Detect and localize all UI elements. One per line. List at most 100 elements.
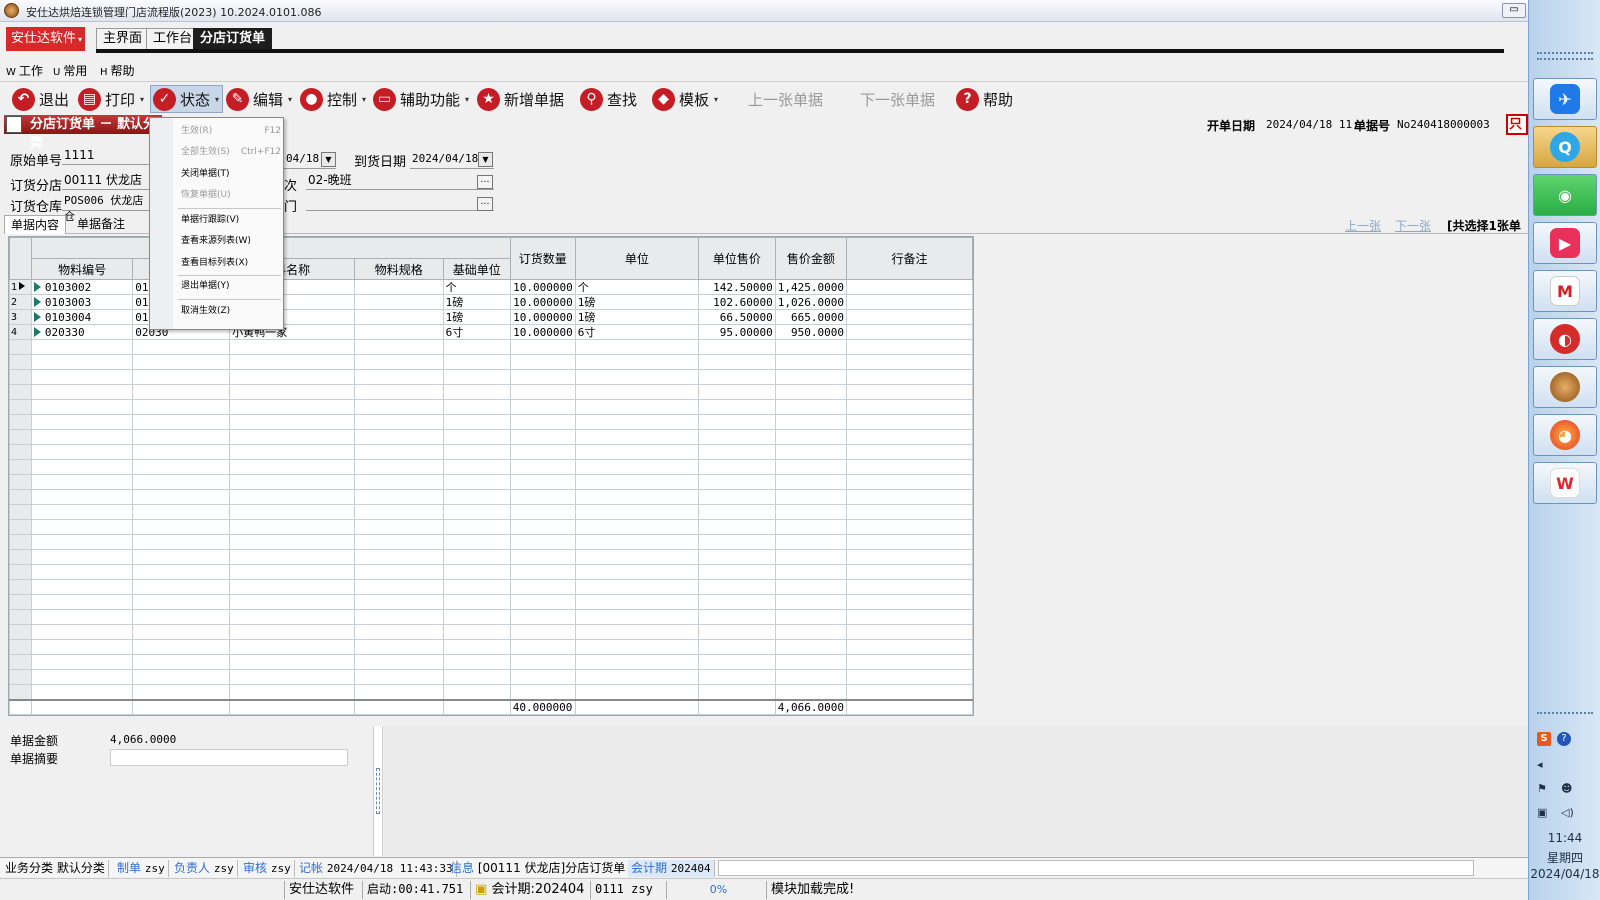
empty-cell[interactable]: [697, 399, 776, 415]
empty-cell[interactable]: [30, 429, 134, 445]
menu-item-activate-all[interactable]: 全部生效(S) Ctrl+F12: [181, 144, 281, 161]
empty-cell[interactable]: [697, 564, 776, 580]
empty-cell[interactable]: [229, 639, 355, 655]
cell-base-unit[interactable]: 1磅: [442, 294, 511, 310]
empty-cell[interactable]: [845, 684, 974, 700]
empty-cell[interactable]: [132, 654, 231, 670]
empty-cell[interactable]: [574, 534, 699, 550]
empty-cell[interactable]: [30, 534, 134, 550]
empty-cell[interactable]: [30, 384, 134, 400]
empty-cell[interactable]: [229, 609, 355, 625]
help-button[interactable]: ? 帮助: [956, 85, 1013, 113]
cell-spec[interactable]: [353, 294, 444, 310]
empty-cell[interactable]: [509, 684, 576, 700]
empty-cell[interactable]: [574, 489, 699, 505]
cell-spec[interactable]: [353, 309, 444, 325]
empty-cell[interactable]: [229, 384, 355, 400]
empty-cell[interactable]: [574, 624, 699, 640]
col-base-unit[interactable]: 基础单位: [442, 258, 511, 280]
empty-cell[interactable]: [30, 354, 134, 370]
empty-cell[interactable]: [229, 474, 355, 490]
cell-code[interactable]: 020330: [30, 324, 134, 340]
minimize-button[interactable]: ▭: [1502, 3, 1526, 18]
menu-common[interactable]: U 常用: [53, 62, 87, 79]
empty-cell[interactable]: [697, 549, 776, 565]
empty-cell[interactable]: [845, 414, 974, 430]
feishu-icon[interactable]: ✈: [1533, 78, 1597, 120]
edit-button[interactable]: ✎ 编辑 ▾: [226, 85, 292, 113]
empty-cell[interactable]: [229, 669, 355, 685]
empty-cell[interactable]: [697, 534, 776, 550]
empty-cell[interactable]: [574, 399, 699, 415]
empty-cell[interactable]: [132, 669, 231, 685]
empty-cell[interactable]: [442, 384, 511, 400]
empty-cell[interactable]: [774, 459, 847, 475]
empty-cell[interactable]: [697, 654, 776, 670]
empty-cell[interactable]: [353, 534, 444, 550]
empty-cell[interactable]: [229, 519, 355, 535]
cell-unit-price[interactable]: 102.60000: [697, 294, 776, 310]
cell-code[interactable]: 0103002: [30, 279, 134, 295]
empty-cell[interactable]: [353, 354, 444, 370]
empty-cell[interactable]: [845, 579, 974, 595]
empty-cell[interactable]: [697, 444, 776, 460]
empty-cell[interactable]: [442, 459, 511, 475]
empty-cell[interactable]: [132, 564, 231, 580]
table-row-empty[interactable]: [9, 459, 974, 475]
empty-cell[interactable]: [229, 579, 355, 595]
empty-cell[interactable]: [845, 369, 974, 385]
empty-cell[interactable]: [509, 489, 576, 505]
empty-cell[interactable]: [132, 519, 231, 535]
empty-cell[interactable]: [697, 354, 776, 370]
clock-time[interactable]: 11:44: [1529, 831, 1600, 845]
empty-cell[interactable]: [574, 564, 699, 580]
empty-cell[interactable]: [442, 399, 511, 415]
empty-cell[interactable]: [845, 399, 974, 415]
empty-cell[interactable]: [697, 414, 776, 430]
wps-icon[interactable]: W: [1533, 462, 1597, 504]
empty-cell[interactable]: [442, 609, 511, 625]
empty-cell[interactable]: [442, 339, 511, 355]
empty-cell[interactable]: [845, 339, 974, 355]
table-row-empty[interactable]: [9, 624, 974, 640]
empty-cell[interactable]: [509, 354, 576, 370]
empty-cell[interactable]: [353, 579, 444, 595]
warehouse-field[interactable]: POS006 伏龙店仓: [62, 193, 152, 223]
empty-cell[interactable]: [353, 384, 444, 400]
prev-bill-button[interactable]: 上一张单据: [748, 85, 823, 113]
empty-cell[interactable]: [509, 519, 576, 535]
empty-cell[interactable]: [30, 579, 134, 595]
empty-cell[interactable]: [353, 654, 444, 670]
empty-cell[interactable]: [509, 579, 576, 595]
empty-cell[interactable]: [132, 414, 231, 430]
cell-qty[interactable]: 10.000000: [509, 279, 576, 295]
table-row-empty[interactable]: [9, 504, 974, 520]
empty-cell[interactable]: [509, 399, 576, 415]
empty-cell[interactable]: [574, 369, 699, 385]
new-bill-button[interactable]: ★ 新增单据: [477, 85, 564, 113]
menu-item-cancel-activate[interactable]: 取消生效(Z): [181, 303, 281, 320]
empty-cell[interactable]: [774, 414, 847, 430]
empty-cell[interactable]: [353, 339, 444, 355]
empty-cell[interactable]: [132, 339, 231, 355]
cell-unit-price[interactable]: 142.50000: [697, 279, 776, 295]
empty-cell[interactable]: [442, 429, 511, 445]
empty-cell[interactable]: [442, 579, 511, 595]
empty-cell[interactable]: [845, 534, 974, 550]
empty-cell[interactable]: [132, 429, 231, 445]
cell-spec[interactable]: [353, 279, 444, 295]
empty-cell[interactable]: [229, 429, 355, 445]
empty-cell[interactable]: [30, 669, 134, 685]
empty-cell[interactable]: [30, 639, 134, 655]
dept-lookup-button[interactable]: …: [477, 197, 493, 211]
empty-cell[interactable]: [697, 579, 776, 595]
empty-cell[interactable]: [442, 369, 511, 385]
cell-qty[interactable]: 10.000000: [509, 324, 576, 340]
arrive-date-dropdown-icon[interactable]: ▼: [478, 152, 493, 167]
empty-cell[interactable]: [574, 429, 699, 445]
empty-cell[interactable]: [697, 459, 776, 475]
cell-qty[interactable]: 10.000000: [509, 309, 576, 325]
empty-cell[interactable]: [509, 339, 576, 355]
empty-cell[interactable]: [442, 354, 511, 370]
empty-cell[interactable]: [229, 354, 355, 370]
